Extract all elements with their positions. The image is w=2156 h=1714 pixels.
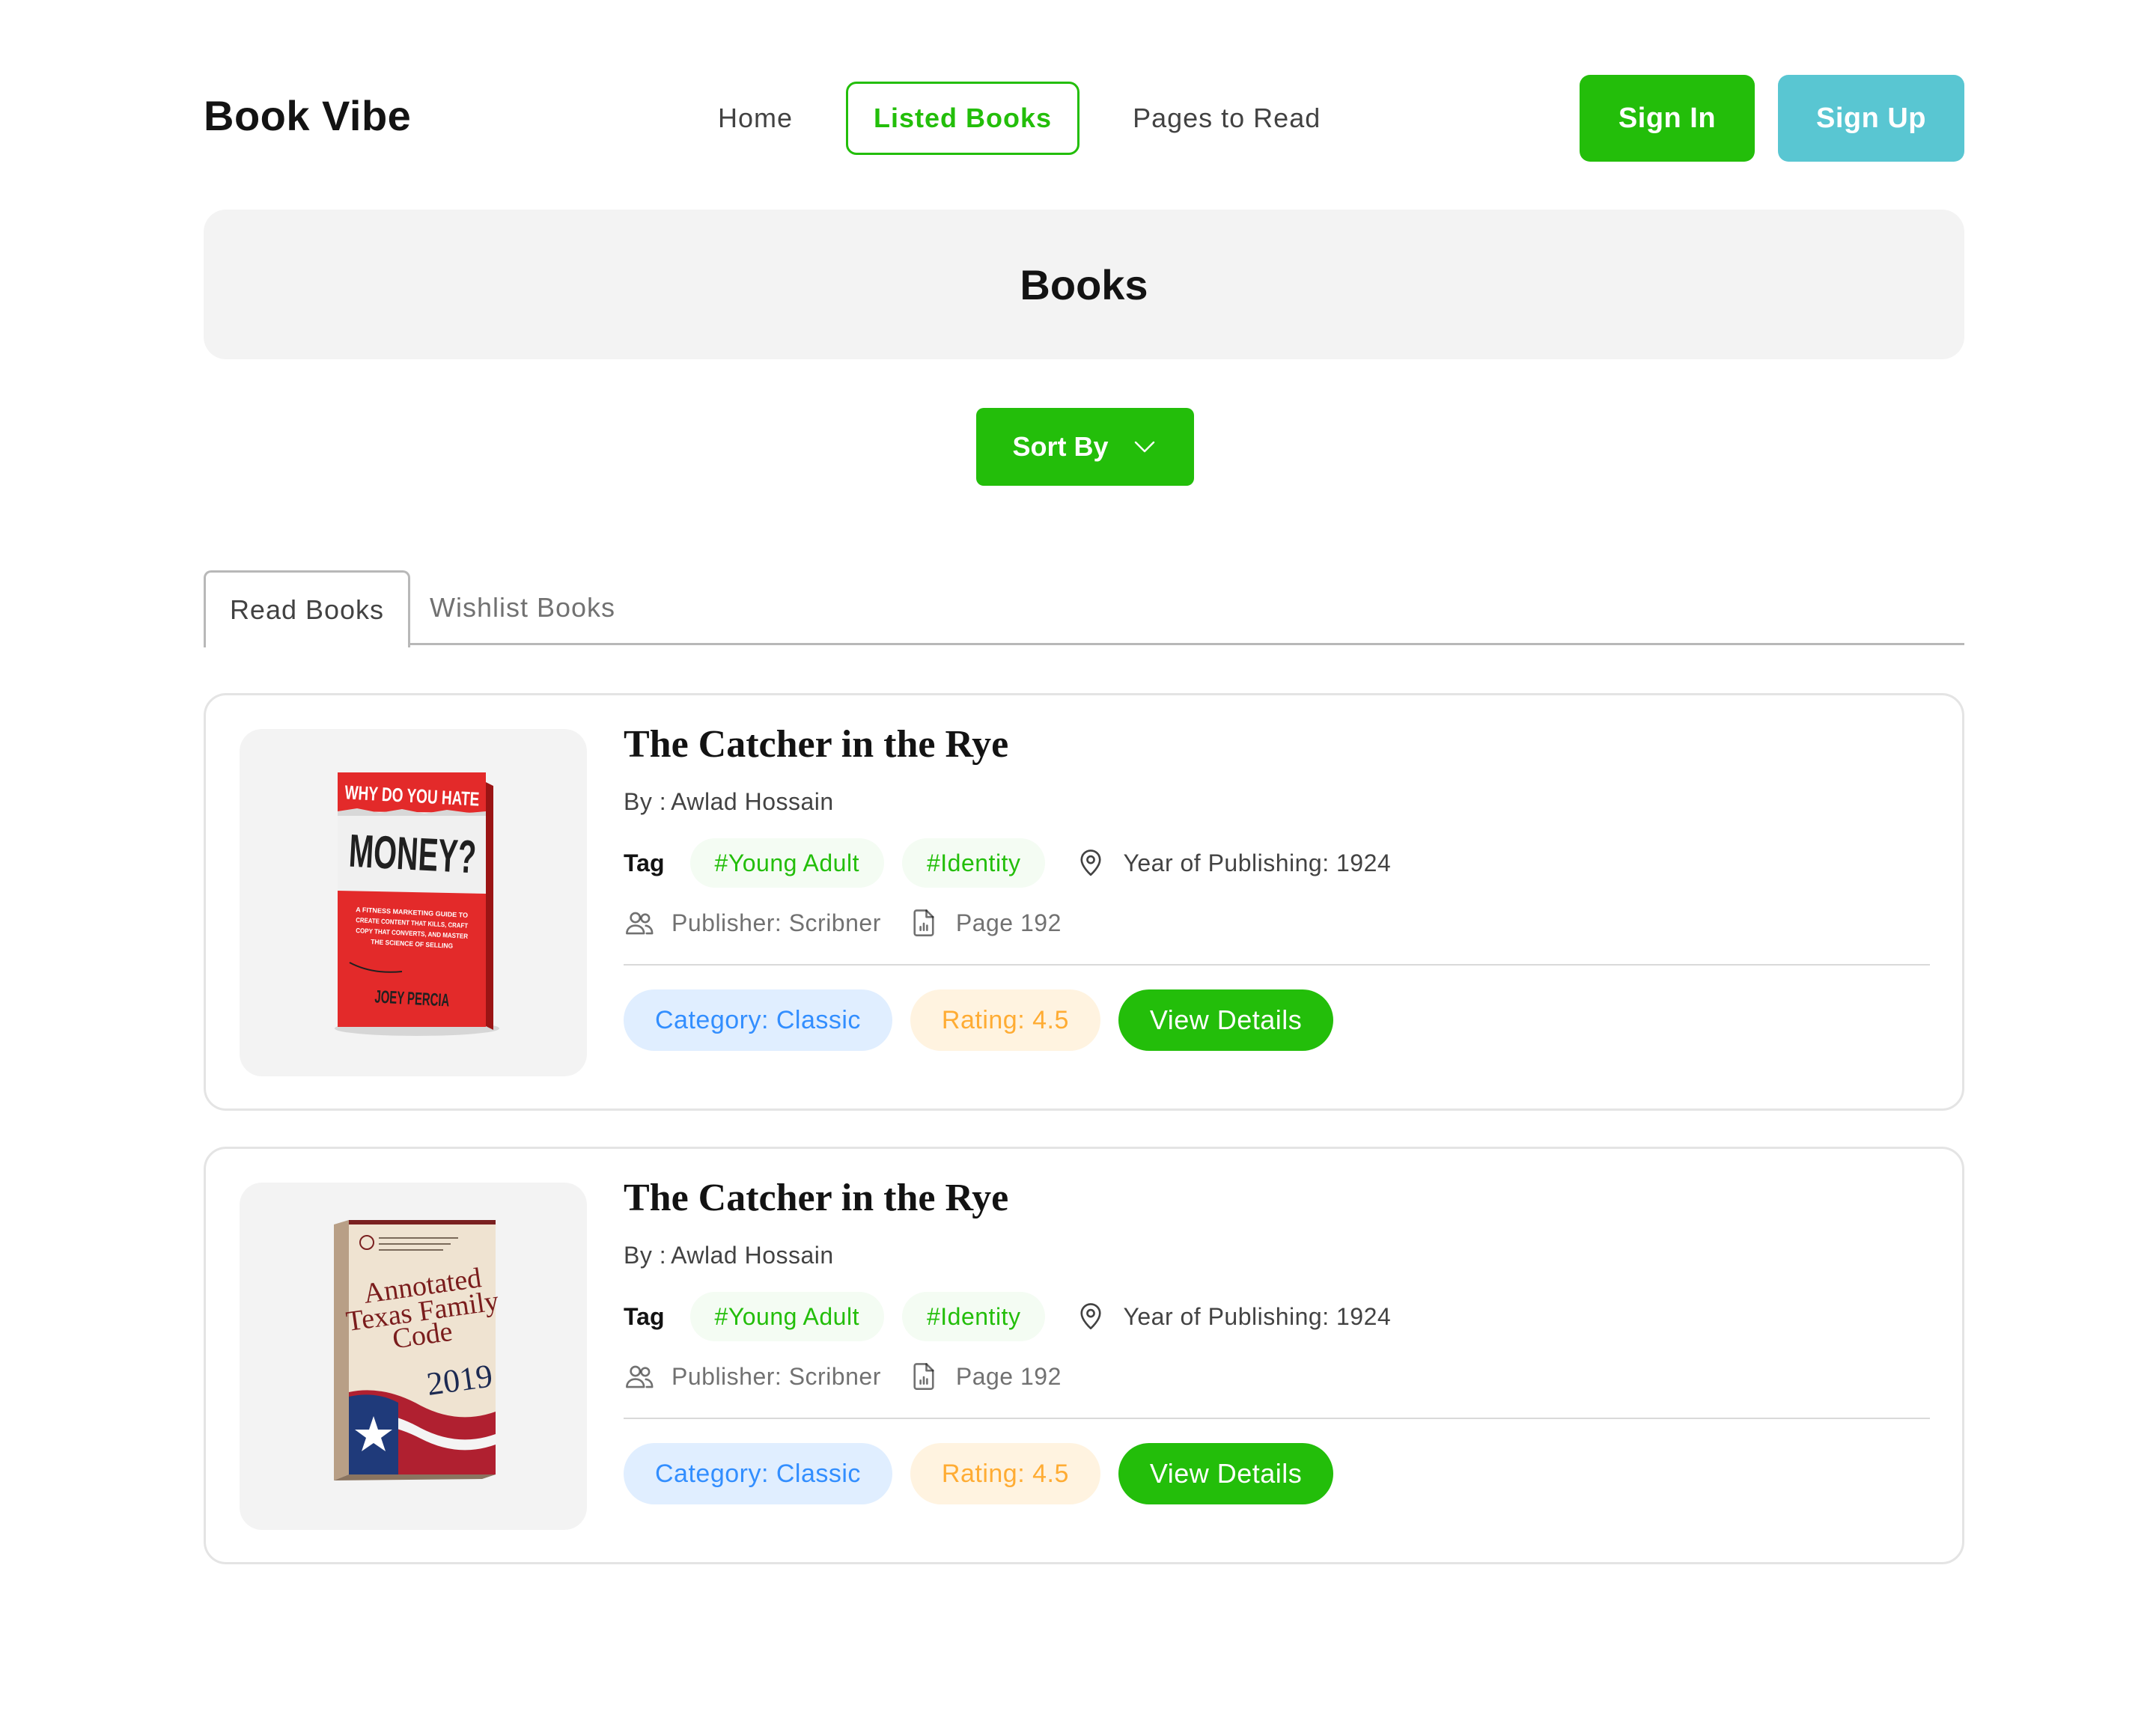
category-badge: Category: Classic xyxy=(624,989,892,1051)
author-prefix: By : xyxy=(624,1242,667,1269)
tag-label: Tag xyxy=(624,1302,665,1330)
cover-line-2: MONEY? xyxy=(347,826,477,884)
year-text: Year of Publishing: 1924 xyxy=(1123,1302,1392,1330)
publisher: Publisher: Scribner xyxy=(624,1361,881,1392)
tag-pill[interactable]: #Identity xyxy=(901,838,1046,888)
nav-links: Home Listed Books Pages to Read xyxy=(690,75,1374,162)
tab-read-books[interactable]: Read Books xyxy=(204,570,410,647)
book-author: By : Awlad Hossain xyxy=(624,788,1930,816)
document-chart-icon xyxy=(913,1363,934,1390)
author-prefix: By : xyxy=(624,788,667,815)
tab-wishlist-books[interactable]: Wishlist Books xyxy=(410,570,635,645)
nav-link-pages-to-read[interactable]: Pages to Read xyxy=(1105,82,1348,155)
sort-by-dropdown[interactable]: Sort By xyxy=(976,408,1194,486)
users-icon xyxy=(626,1365,654,1388)
card-divider xyxy=(624,1418,1930,1419)
sign-up-button[interactable]: Sign Up xyxy=(1778,75,1964,162)
book-title: The Catcher in the Rye xyxy=(624,1177,1009,1219)
document-chart-icon xyxy=(913,909,934,936)
cover-author: JOEY PERCIA xyxy=(374,986,450,1010)
publisher-text: Publisher: Scribner xyxy=(672,1362,881,1390)
book-card-body: The Catcher in the Rye By : Awlad Hossain… xyxy=(624,725,1930,1051)
page-title: Books xyxy=(1020,260,1148,308)
page-count: Page 192 xyxy=(908,907,1062,939)
book-tabs: Read Books Wishlist Books xyxy=(204,570,1964,647)
location-pin-icon xyxy=(1080,1303,1101,1330)
card-divider xyxy=(624,964,1930,966)
book-cover-image: WHY DO YOU HATE MONEY? A FITNESS MARKETI… xyxy=(335,772,499,1036)
tag-label: Tag xyxy=(624,849,665,876)
author-name: Awlad Hossain xyxy=(671,788,834,815)
page-banner: Books xyxy=(204,210,1964,359)
book-card: WHY DO YOU HATE MONEY? A FITNESS MARKETI… xyxy=(204,693,1964,1111)
sign-in-button[interactable]: Sign In xyxy=(1580,75,1755,162)
category-badge: Category: Classic xyxy=(624,1443,892,1504)
publisher-text: Publisher: Scribner xyxy=(672,909,881,936)
tag-pill[interactable]: #Young Adult xyxy=(689,838,884,888)
page-count-text: Page 192 xyxy=(955,909,1062,936)
tag-pill[interactable]: #Identity xyxy=(901,1292,1046,1341)
location-pin-icon xyxy=(1080,850,1101,876)
sort-by-label: Sort By xyxy=(1012,431,1109,462)
view-details-button[interactable]: View Details xyxy=(1118,989,1334,1051)
tag-row: Tag #Young Adult #Identity Year of Publi… xyxy=(624,1292,1930,1341)
year-of-publishing: Year of Publishing: 1924 xyxy=(1075,1301,1391,1332)
meta-row: Publisher: Scribner Page 192 xyxy=(624,904,1930,942)
rating-badge: Rating: 4.5 xyxy=(910,989,1100,1051)
book-cover-container: Annotated Texas Family Code 2019 xyxy=(240,1183,587,1530)
chevron-down-icon xyxy=(1134,441,1154,453)
users-icon xyxy=(626,912,654,935)
view-details-button[interactable]: View Details xyxy=(1118,1443,1334,1504)
action-row: Category: Classic Rating: 4.5 View Detai… xyxy=(624,1443,1930,1504)
author-name: Awlad Hossain xyxy=(671,1242,834,1269)
year-text: Year of Publishing: 1924 xyxy=(1123,849,1392,876)
tag-pill[interactable]: #Young Adult xyxy=(689,1292,884,1341)
site-logo[interactable]: Book Vibe xyxy=(204,91,411,140)
book-card-body: The Catcher in the Rye By : Awlad Hossain… xyxy=(624,1179,1930,1504)
publisher: Publisher: Scribner xyxy=(624,907,881,939)
action-row: Category: Classic Rating: 4.5 View Detai… xyxy=(624,989,1930,1051)
book-card: Annotated Texas Family Code 2019 The Cat… xyxy=(204,1147,1964,1564)
navbar: Book Vibe Home Listed Books Pages to Rea… xyxy=(204,75,1964,162)
tag-row: Tag #Young Adult #Identity Year of Publi… xyxy=(624,838,1930,888)
nav-link-listed-books[interactable]: Listed Books xyxy=(846,82,1080,155)
book-cover-image: Annotated Texas Family Code 2019 xyxy=(334,1220,501,1480)
page-count-text: Page 192 xyxy=(955,1362,1062,1390)
meta-row: Publisher: Scribner Page 192 xyxy=(624,1358,1930,1395)
rating-badge: Rating: 4.5 xyxy=(910,1443,1100,1504)
page-count: Page 192 xyxy=(908,1361,1062,1392)
book-author: By : Awlad Hossain xyxy=(624,1242,1930,1269)
book-cover-container: WHY DO YOU HATE MONEY? A FITNESS MARKETI… xyxy=(240,729,587,1076)
book-title: The Catcher in the Rye xyxy=(624,723,1009,766)
year-of-publishing: Year of Publishing: 1924 xyxy=(1075,847,1391,879)
nav-link-home[interactable]: Home xyxy=(690,82,820,155)
